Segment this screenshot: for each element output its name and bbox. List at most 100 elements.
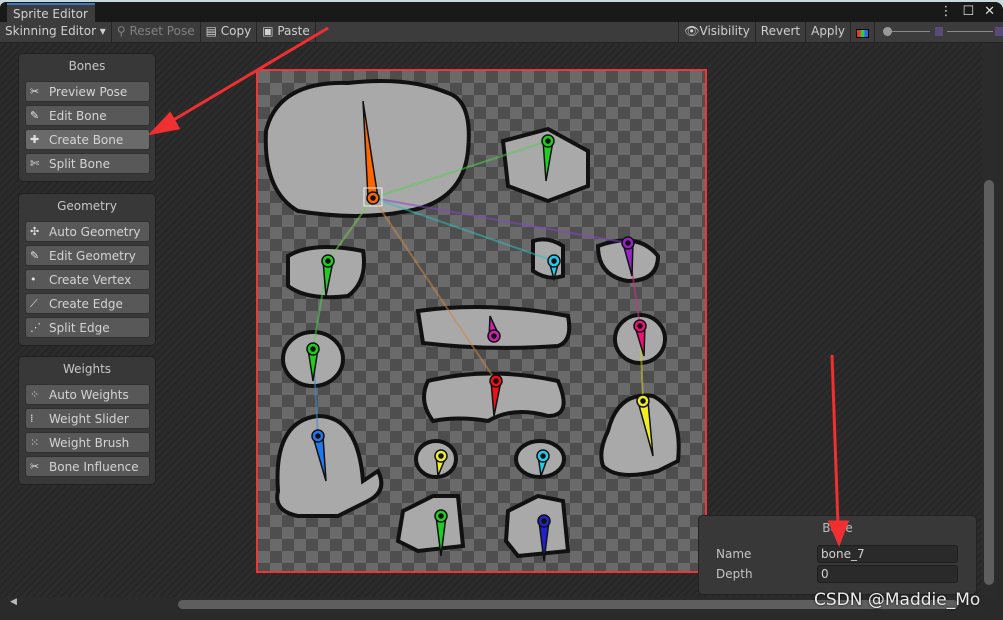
sprite-piece: [395, 494, 466, 554]
weight-slider-button[interactable]: ⁞ Weight Slider: [25, 408, 150, 429]
button-label: Split Edge: [49, 320, 110, 335]
bone-joint-dot: [640, 398, 646, 404]
bone-depth-field[interactable]: 0: [817, 565, 958, 583]
maximize-icon[interactable]: ☐: [962, 4, 974, 19]
edit-bone-button[interactable]: ✎ Edit Bone: [25, 105, 150, 126]
color-toggle-button[interactable]: [851, 22, 875, 43]
bone-joint-dot: [438, 513, 444, 519]
sprite-piece: [503, 493, 571, 559]
copy-button[interactable]: ▤ Copy: [201, 22, 258, 43]
edit-geometry-button[interactable]: ✎ Edit Geometry: [25, 245, 150, 266]
button-label: Edit Geometry: [49, 248, 136, 263]
split-edge-button[interactable]: ⋰ Split Edge: [25, 317, 150, 338]
weights-panel: Weights ⁘ Auto Weights ⁞ Weight Slider ⁙ We…: [18, 356, 156, 485]
bone-joint-dot: [370, 195, 376, 201]
create-edge-button[interactable]: ⟋ Create Edge: [25, 293, 150, 314]
weight-brush-icon: ⁙: [30, 436, 40, 449]
tab-sprite-editor[interactable]: Sprite Editor: [7, 3, 95, 22]
bone-joint-dot: [545, 138, 551, 144]
scroll-left-icon[interactable]: ◀: [10, 597, 17, 607]
sprite-sheet: [263, 78, 681, 562]
create-bone-icon: ✚: [30, 133, 40, 146]
edit-bone-icon: ✎: [30, 109, 40, 122]
toolbar: Skinning Editor ▾ ⚲ Reset Pose ▤ Copy ▣ …: [0, 22, 1003, 43]
split-edge-icon: ⋰: [30, 321, 41, 334]
create-vertex-button[interactable]: • Create Vertex: [25, 269, 150, 290]
watermark: CSDN @Maddie_Mo: [814, 590, 981, 610]
bone-joint-dot: [551, 258, 557, 264]
eye-icon: 👁: [684, 24, 700, 38]
auto-weights-button[interactable]: ⁘ Auto Weights: [25, 384, 150, 405]
name-label: Name: [716, 547, 752, 561]
auto-weights-icon: ⁘: [30, 388, 40, 401]
bone-joint-dot: [310, 346, 316, 352]
create-edge-icon: ⟋: [30, 296, 38, 310]
bone-joint-dot: [325, 258, 331, 264]
bone-influence-icon: ✂: [30, 460, 40, 473]
geometry-panel: Geometry ✣ Auto Geometry ✎ Edit Geometry •…: [18, 193, 156, 346]
bone-joint-dot: [625, 240, 631, 246]
panel-title: Bones: [68, 59, 106, 73]
bone-joint-dot: [491, 333, 497, 339]
vertical-scrollbar[interactable]: [982, 44, 996, 598]
bone-joint-dot: [493, 378, 499, 384]
button-label: Preview Pose: [49, 84, 128, 99]
depth-label: Depth: [716, 567, 753, 581]
split-bone-icon: ✄: [30, 157, 40, 170]
zoom-slider[interactable]: [875, 22, 1003, 43]
bone-inspector-title: Bone: [822, 521, 853, 535]
create-bone-button[interactable]: ✚ Create Bone: [25, 129, 150, 150]
button-label: Split Bone: [49, 156, 110, 171]
copy-label: Copy: [220, 24, 252, 38]
visibility-button[interactable]: 👁Visibility: [679, 22, 756, 43]
bone-influence-button[interactable]: ✂ Bone Influence: [25, 456, 150, 477]
bone-joint-dot: [438, 453, 444, 459]
button-label: Auto Geometry: [49, 224, 141, 239]
paste-label: Paste: [277, 24, 310, 38]
button-label: Create Edge: [49, 296, 123, 311]
preview-pose-icon: ✂: [30, 85, 40, 98]
button-label: Bone Influence: [49, 459, 139, 474]
bone-name-field[interactable]: bone_7: [817, 545, 958, 563]
preview-pose-button[interactable]: ✂ Preview Pose: [25, 81, 150, 102]
button-label: Weight Slider: [49, 411, 129, 426]
copy-icon: ▤: [205, 24, 221, 38]
sprite-canvas[interactable]: [256, 69, 707, 573]
revert-button[interactable]: Revert: [756, 22, 807, 43]
edit-geometry-icon: ✎: [30, 249, 40, 262]
bone-joint-dot: [315, 433, 321, 439]
sprite-editor-window: Sprite Editor ⋮ ☐ ✕ Skinning Editor ▾ ⚲ …: [0, 2, 1003, 620]
panel-title: Geometry: [57, 199, 117, 213]
bone-inspector: Bone Name bone_7 Depth 0: [698, 515, 977, 595]
apply-button[interactable]: Apply: [806, 22, 851, 43]
reset-pose-label: Reset Pose: [129, 24, 195, 38]
rgb-icon: [856, 29, 869, 38]
sprite-piece: [275, 413, 384, 518]
close-icon[interactable]: ✕: [984, 4, 995, 19]
create-vertex-icon: •: [30, 273, 37, 286]
mode-dropdown[interactable]: Skinning Editor ▾: [0, 22, 112, 43]
kebab-icon[interactable]: ⋮: [939, 4, 952, 19]
bones-panel: Bones ✂ Preview Pose ✎ Edit Bone ✚ Create B…: [18, 53, 156, 182]
paste-button[interactable]: ▣ Paste: [257, 22, 316, 43]
bone-joint-dot: [637, 323, 643, 329]
bone-joint-dot: [541, 518, 547, 524]
button-label: Auto Weights: [49, 387, 129, 402]
vertical-scroll-thumb[interactable]: [984, 180, 994, 585]
pose-icon: ⚲: [116, 24, 130, 38]
panel-title: Weights: [62, 362, 112, 376]
button-label: Weight Brush: [49, 435, 130, 450]
bone-joint-dot: [540, 453, 546, 459]
weight-brush-button[interactable]: ⁙ Weight Brush: [25, 432, 150, 453]
visibility-label: Visibility: [699, 24, 750, 38]
reset-pose-button[interactable]: ⚲ Reset Pose: [112, 22, 201, 43]
button-label: Edit Bone: [49, 108, 107, 123]
split-bone-button[interactable]: ✄ Split Bone: [25, 153, 150, 174]
button-label: Create Bone: [49, 132, 124, 147]
title-bar: Sprite Editor ⋮ ☐ ✕: [0, 2, 1003, 22]
auto-geometry-button[interactable]: ✣ Auto Geometry: [25, 221, 150, 242]
paste-icon: ▣: [262, 24, 278, 38]
weight-slider-icon: ⁞: [30, 412, 34, 425]
auto-geometry-icon: ✣: [30, 225, 40, 238]
button-label: Create Vertex: [49, 272, 132, 287]
